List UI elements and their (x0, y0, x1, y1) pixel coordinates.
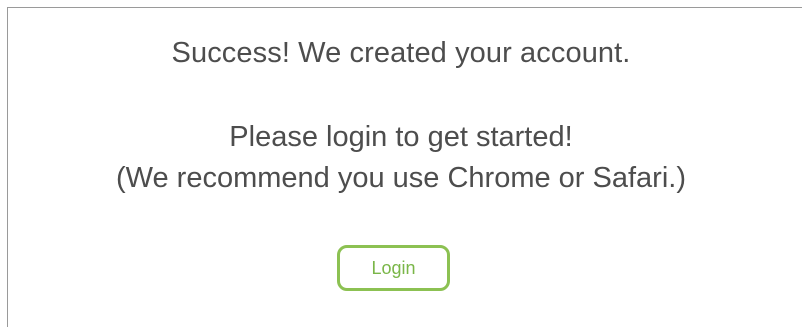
account-created-panel: Success! We created your account. Please… (7, 7, 802, 327)
browser-recommendation: (We recommend you use Chrome or Safari.) (115, 162, 686, 194)
success-message: Success! We created your account. (171, 37, 631, 69)
login-instruction: Please login to get started! (229, 121, 573, 153)
login-button[interactable]: Login (337, 245, 450, 291)
